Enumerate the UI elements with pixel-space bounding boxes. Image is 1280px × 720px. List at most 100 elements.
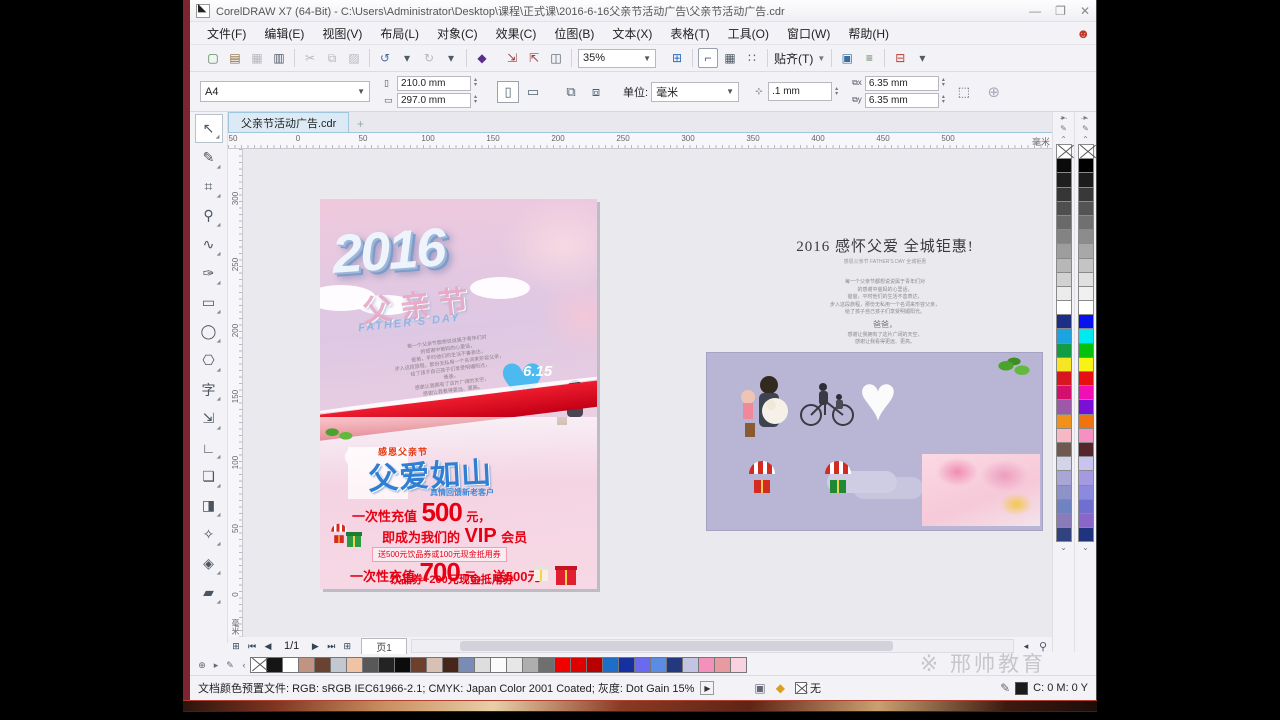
artistic-media-tool[interactable]: ✑ bbox=[195, 259, 223, 288]
color-swatch[interactable] bbox=[602, 657, 619, 673]
palette-scroll-left-button[interactable]: ‹ bbox=[237, 660, 251, 670]
horizontal-scroll-thumb[interactable] bbox=[459, 641, 893, 651]
menu-item[interactable]: 表格(T) bbox=[661, 22, 718, 45]
color-swatch[interactable] bbox=[634, 657, 651, 673]
color-swatch[interactable] bbox=[522, 657, 539, 673]
color-swatch[interactable] bbox=[394, 657, 411, 673]
color-swatch[interactable] bbox=[346, 657, 363, 673]
horizontal-scrollbar[interactable] bbox=[410, 639, 1014, 653]
fill-tool[interactable]: ◈ bbox=[195, 549, 223, 578]
menu-item[interactable]: 编辑(E) bbox=[255, 22, 313, 45]
color-swatch[interactable] bbox=[730, 657, 747, 673]
color-eyedropper-tool[interactable]: ✧ bbox=[195, 520, 223, 549]
color-swatch[interactable] bbox=[426, 657, 443, 673]
welcome-arrow[interactable]: ▾ bbox=[912, 48, 932, 68]
color-swatch[interactable] bbox=[1077, 441, 1094, 458]
horizontal-ruler[interactable]: 50 0 50 100 150 200 250 300 350 400 450 500 毫米 bbox=[228, 133, 1052, 149]
polygon-tool[interactable]: ⎔ bbox=[195, 346, 223, 375]
units-select[interactable]: 毫米 ▼ bbox=[651, 81, 740, 102]
page-height-spinner[interactable]: ▴ ▾ bbox=[474, 94, 477, 105]
color-swatch[interactable] bbox=[1055, 527, 1072, 543]
connector-tool[interactable]: ∟ bbox=[195, 433, 223, 462]
dimension-tool[interactable]: ⇲ bbox=[195, 404, 223, 433]
color-swatch[interactable] bbox=[1077, 413, 1094, 429]
color-swatch[interactable] bbox=[1077, 186, 1094, 202]
undo-list-arrow[interactable]: ▾ bbox=[397, 48, 417, 68]
save-button[interactable]: ▦ bbox=[247, 48, 267, 68]
color-swatch[interactable] bbox=[1055, 271, 1072, 287]
poster-page[interactable]: ♥ 2016 父亲节 FATHER'S DAY 每一个父亲节都想说说属于青年们对… bbox=[320, 199, 597, 589]
all-pages-button[interactable]: ⧉ bbox=[560, 81, 582, 103]
freehand-tool[interactable]: ∿ bbox=[195, 230, 223, 259]
color-swatch[interactable] bbox=[442, 657, 459, 673]
color-swatch[interactable] bbox=[474, 657, 491, 673]
color-swatch[interactable] bbox=[1055, 456, 1072, 472]
color-swatch[interactable] bbox=[1077, 385, 1094, 401]
color-swatch[interactable] bbox=[1077, 285, 1094, 302]
color-swatch[interactable] bbox=[1055, 285, 1072, 302]
new-document-button[interactable]: ▢ bbox=[203, 48, 223, 68]
color-swatch[interactable] bbox=[682, 657, 699, 673]
toolbox-overflow-button[interactable]: ⊕ bbox=[195, 660, 209, 671]
menu-item[interactable]: 文件(F) bbox=[198, 22, 255, 45]
pick-tool[interactable]: ↖ bbox=[194, 114, 223, 143]
show-rulers-toggle[interactable]: ⌐ bbox=[698, 48, 718, 68]
color-swatch[interactable] bbox=[1055, 399, 1072, 415]
palette-flyout-arrow[interactable]: ▸ bbox=[209, 660, 223, 671]
document-tab[interactable]: 父亲节活动广告.cdr bbox=[228, 112, 350, 132]
color-swatch[interactable] bbox=[458, 657, 475, 673]
menu-item[interactable]: 对象(C) bbox=[428, 22, 487, 45]
duplicate-y-input[interactable]: 6.35 mm bbox=[864, 92, 939, 108]
landscape-button[interactable]: ▭ bbox=[522, 81, 544, 103]
add-page-button[interactable]: ⊞ bbox=[228, 641, 244, 652]
open-button[interactable]: ▤ bbox=[225, 48, 245, 68]
color-swatch[interactable] bbox=[1055, 186, 1072, 202]
color-swatch[interactable] bbox=[538, 657, 555, 673]
print-button[interactable]: ▥ bbox=[269, 48, 289, 68]
rectangle-tool[interactable]: ▭ bbox=[195, 288, 223, 317]
color-swatch[interactable] bbox=[650, 657, 667, 673]
redo-list-arrow[interactable]: ▾ bbox=[441, 48, 461, 68]
cut-button[interactable]: ✂ bbox=[300, 48, 320, 68]
color-swatch[interactable] bbox=[506, 657, 523, 673]
menu-item[interactable]: 视图(V) bbox=[313, 22, 371, 45]
transparency-tool[interactable]: ◨ bbox=[195, 491, 223, 520]
palette-eyedropper-icon[interactable]: ✎ bbox=[1060, 123, 1067, 134]
menu-item[interactable]: 效果(C) bbox=[487, 22, 546, 45]
zoom-level-select[interactable]: 35% ▼ bbox=[578, 48, 656, 68]
previous-page-button[interactable]: ◀ bbox=[260, 641, 276, 652]
color-swatch[interactable] bbox=[1055, 484, 1072, 500]
color-swatch[interactable] bbox=[1077, 158, 1094, 174]
undo-button[interactable]: ↺ bbox=[375, 48, 395, 68]
color-swatch[interactable] bbox=[1077, 512, 1094, 529]
color-swatch[interactable] bbox=[714, 657, 731, 673]
color-swatch[interactable] bbox=[266, 657, 283, 673]
current-page-button[interactable]: ⧈ bbox=[585, 81, 607, 103]
color-swatch[interactable] bbox=[1055, 328, 1072, 344]
color-swatch[interactable] bbox=[1055, 214, 1072, 231]
menu-item[interactable]: 帮助(H) bbox=[839, 22, 898, 45]
color-swatch[interactable] bbox=[1077, 229, 1094, 245]
copy-button[interactable]: ⧉ bbox=[322, 48, 342, 68]
drop-shadow-tool[interactable]: ❏ bbox=[195, 462, 223, 491]
color-swatch[interactable] bbox=[1077, 470, 1094, 486]
menu-item[interactable]: 工具(O) bbox=[719, 22, 778, 45]
color-swatch[interactable] bbox=[1077, 214, 1094, 231]
palette-scroll-down-button[interactable]: ⌄ bbox=[1060, 542, 1067, 553]
zoom-magnifier-icon[interactable]: ⚲ bbox=[1034, 640, 1052, 653]
palette-scroll-down-button[interactable]: ⌄ bbox=[1082, 542, 1089, 553]
color-swatch[interactable] bbox=[330, 657, 347, 673]
scroll-left-arrow[interactable]: ◂ bbox=[1018, 641, 1034, 652]
options-button[interactable]: ▣ bbox=[837, 48, 857, 68]
color-swatch[interactable] bbox=[1055, 385, 1072, 401]
color-swatch[interactable] bbox=[1077, 200, 1094, 216]
color-swatch[interactable] bbox=[586, 657, 603, 673]
new-tab-button[interactable]: + bbox=[349, 116, 371, 132]
account-icon[interactable]: ☻ bbox=[1076, 26, 1090, 41]
color-swatch[interactable] bbox=[314, 657, 331, 673]
shape-tool[interactable]: ✎ bbox=[195, 143, 223, 172]
color-swatch[interactable] bbox=[1077, 498, 1094, 514]
color-swatch[interactable] bbox=[618, 657, 635, 673]
color-swatch[interactable] bbox=[1055, 371, 1072, 387]
crop-tool[interactable]: ⌗ bbox=[195, 172, 223, 201]
